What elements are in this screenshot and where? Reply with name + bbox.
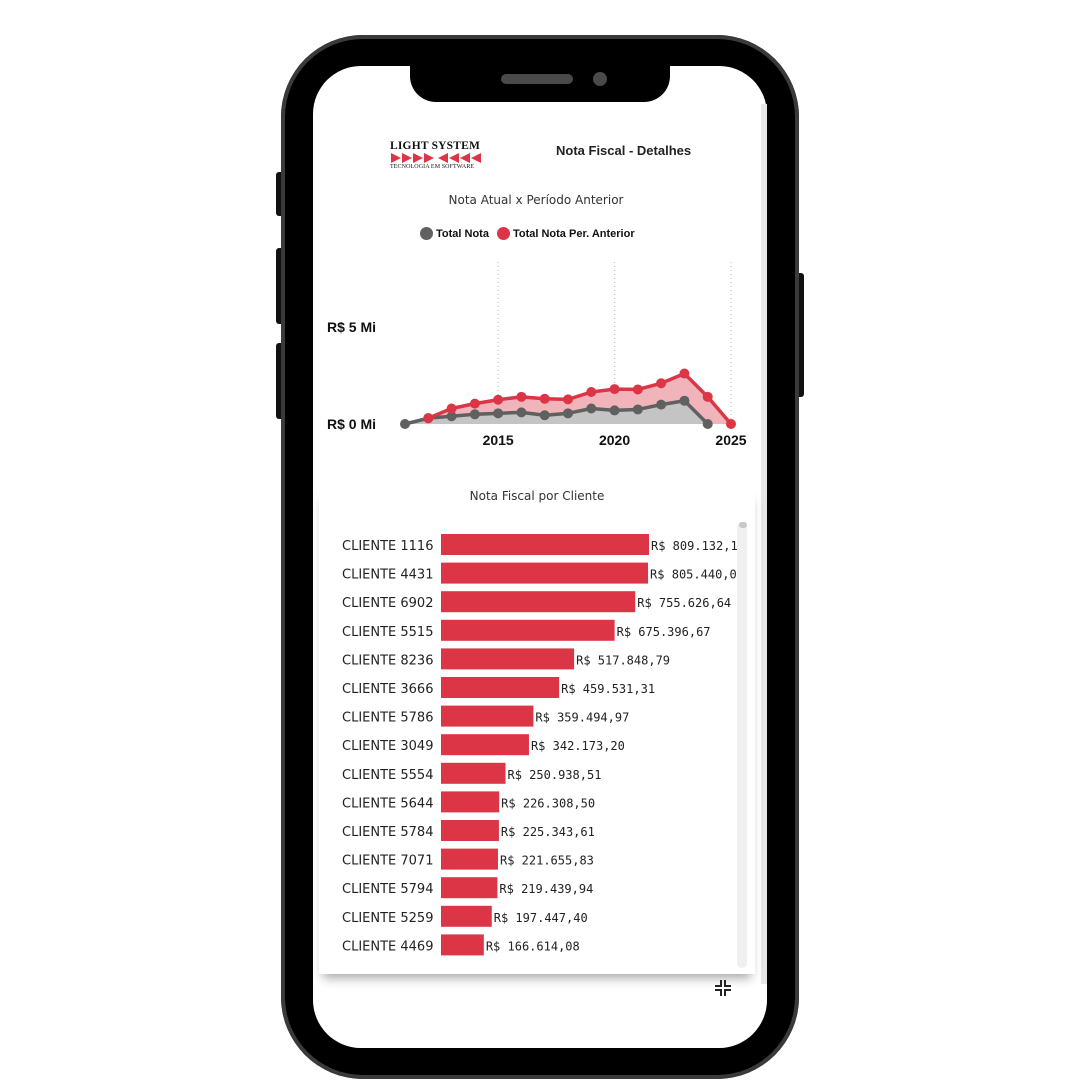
data-point-total-nota-anterior [656, 378, 667, 389]
data-point-total-nota [516, 407, 527, 418]
data-point-total-nota [586, 403, 597, 414]
data-point-total-nota [563, 408, 573, 419]
data-point-total-nota-anterior [423, 413, 434, 424]
data-point-total-nota-anterior [446, 403, 457, 414]
bar-chart-panel [319, 488, 755, 974]
data-point-total-nota-anterior [679, 368, 690, 379]
data-point-total-nota [679, 395, 690, 406]
x-tick-label: 2015 [483, 432, 514, 448]
data-point-total-nota-anterior [539, 393, 550, 404]
data-point-total-nota-anterior [702, 391, 713, 402]
data-point-total-nota-anterior [493, 394, 504, 405]
data-point-total-nota-anterior [726, 419, 736, 429]
data-point-total-nota [493, 408, 504, 419]
data-point-total-nota-anterior [563, 394, 573, 405]
data-point-total-nota-anterior [516, 391, 527, 402]
y-tick-label: R$ 0 Mi [327, 416, 376, 432]
data-point-total-nota [656, 399, 667, 410]
data-point-total-nota-anterior [469, 398, 480, 409]
data-point-total-nota [539, 410, 550, 421]
data-point-total-nota [400, 419, 410, 429]
data-point-total-nota [609, 405, 620, 416]
x-tick-label: 2020 [599, 432, 630, 448]
data-point-total-nota [469, 409, 480, 420]
data-point-total-nota-anterior [586, 386, 597, 397]
data-point-total-nota-anterior [609, 384, 620, 395]
collapse-icon[interactable] [713, 978, 733, 998]
bar-chart-scrollbar[interactable] [737, 522, 747, 968]
line-chart[interactable]: R$ 0 Mi R$ 5 Mi 2015 2020 2025 [0, 0, 1080, 470]
data-point-total-nota [702, 419, 713, 429]
bar-chart-scroll-thumb[interactable] [739, 522, 747, 528]
data-point-total-nota-anterior [632, 384, 643, 395]
data-point-total-nota [632, 404, 643, 415]
x-tick-label: 2025 [715, 432, 746, 448]
y-tick-label: R$ 5 Mi [327, 319, 376, 335]
bar-chart-title: Nota Fiscal por Cliente [469, 489, 605, 503]
